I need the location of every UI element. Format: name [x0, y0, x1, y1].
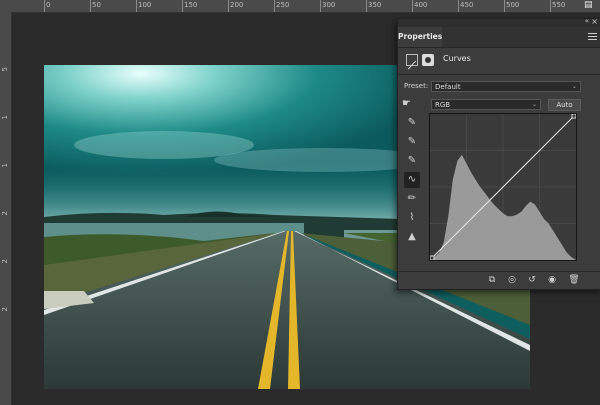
- channel-row: ☛ RGB ⌄ Auto: [398, 97, 600, 113]
- ruler-label: 300: [322, 1, 336, 9]
- ruler-tick: [228, 0, 229, 12]
- ruler-label: 350: [368, 1, 382, 9]
- auto-button[interactable]: Auto: [548, 99, 581, 111]
- ruler-tick: [366, 0, 367, 12]
- ruler-label: 500: [506, 1, 520, 9]
- panel-title-strip: « ×: [398, 17, 600, 27]
- ruler-label: 5: [1, 67, 9, 72]
- adjustment-header: Curves: [398, 48, 600, 75]
- ruler-label: 50: [92, 1, 101, 9]
- chevron-down-icon: ⌄: [571, 83, 577, 90]
- ruler-label: 400: [414, 1, 428, 9]
- preset-row: Preset: Default ⌄: [398, 79, 600, 95]
- ruler-label: 1: [1, 163, 9, 168]
- ruler-tick: [504, 0, 505, 12]
- ruler-tick: [182, 0, 183, 12]
- ruler-tick: [320, 0, 321, 12]
- ruler-label: 2: [1, 259, 9, 264]
- reset-icon[interactable]: ↺: [526, 275, 538, 286]
- visibility-eye-icon[interactable]: ◉: [546, 275, 558, 286]
- curve-point-icon[interactable]: ∿: [404, 172, 420, 188]
- curve-control-point[interactable]: [571, 113, 577, 119]
- ruler-tick: [136, 0, 137, 12]
- curves-graph-svg: [429, 113, 577, 261]
- ruler-tick: [274, 0, 275, 12]
- clipping-warning-icon[interactable]: ▲: [404, 229, 420, 245]
- ruler-tick: [44, 0, 45, 12]
- ruler-label: 2: [1, 211, 9, 216]
- preset-dropdown[interactable]: Default ⌄: [431, 81, 581, 92]
- adjustment-title: Curves: [443, 54, 471, 63]
- pencil-icon[interactable]: ✏: [404, 191, 420, 207]
- ruler-label: 450: [460, 1, 474, 9]
- curves-adjustment-icon[interactable]: [406, 54, 418, 70]
- ruler-tick: [550, 0, 551, 12]
- horizontal-ruler: 0 50 100 150 200 250 300 350 400 450 500 550: [0, 0, 600, 13]
- ruler-label: 0: [46, 1, 51, 9]
- panel-bottom-bar: ⧉ ◎ ↺ ◉ 🗑: [398, 271, 600, 289]
- ruler-label: 150: [184, 1, 198, 9]
- chevron-down-icon: ⌄: [531, 101, 537, 108]
- eyedropper-black-icon[interactable]: ✎: [404, 115, 420, 131]
- ruler-tick: [412, 0, 413, 12]
- channel-value: RGB: [435, 101, 451, 109]
- hand-target-icon[interactable]: ☛: [402, 98, 411, 109]
- panel-tabbar: Properties: [398, 27, 600, 48]
- layer-mask-icon[interactable]: [422, 54, 434, 66]
- eyedropper-gray-icon[interactable]: ✎: [404, 134, 420, 150]
- double-chevron-icon[interactable]: «: [585, 17, 589, 25]
- preset-label: Preset:: [404, 82, 429, 90]
- curves-graph[interactable]: [429, 113, 577, 261]
- ruler-tick: [458, 0, 459, 12]
- curves-tools: ✎ ✎ ✎ ∿ ✏ ⌇ ▲: [404, 115, 420, 248]
- ruler-label: 250: [276, 1, 290, 9]
- vertical-ruler: 5 1 1 2 2 2: [0, 12, 12, 405]
- hamburger-menu-icon[interactable]: [588, 31, 597, 40]
- ruler-label: 550: [552, 1, 566, 9]
- properties-panel: « × Properties Curves Preset: Default ⌄ …: [397, 17, 600, 290]
- ruler-label: 100: [138, 1, 152, 9]
- close-icon[interactable]: ×: [591, 17, 598, 26]
- smooth-icon[interactable]: ⌇: [404, 210, 420, 226]
- trash-icon[interactable]: 🗑: [568, 275, 580, 286]
- ruler-label: 2: [1, 307, 9, 312]
- curve-control-point[interactable]: [429, 255, 435, 261]
- tab-properties[interactable]: Properties: [398, 27, 442, 47]
- channel-dropdown[interactable]: RGB ⌄: [431, 99, 541, 110]
- ruler-tick: [90, 0, 91, 12]
- clip-to-layer-icon[interactable]: ⧉: [486, 275, 498, 286]
- ruler-label: 1: [1, 115, 9, 120]
- view-previous-icon[interactable]: ◎: [506, 275, 518, 286]
- preset-value: Default: [435, 83, 461, 91]
- ruler-label: 200: [230, 1, 244, 9]
- eyedropper-white-icon[interactable]: ✎: [404, 153, 420, 169]
- workspace-icon[interactable]: ▤: [584, 0, 598, 12]
